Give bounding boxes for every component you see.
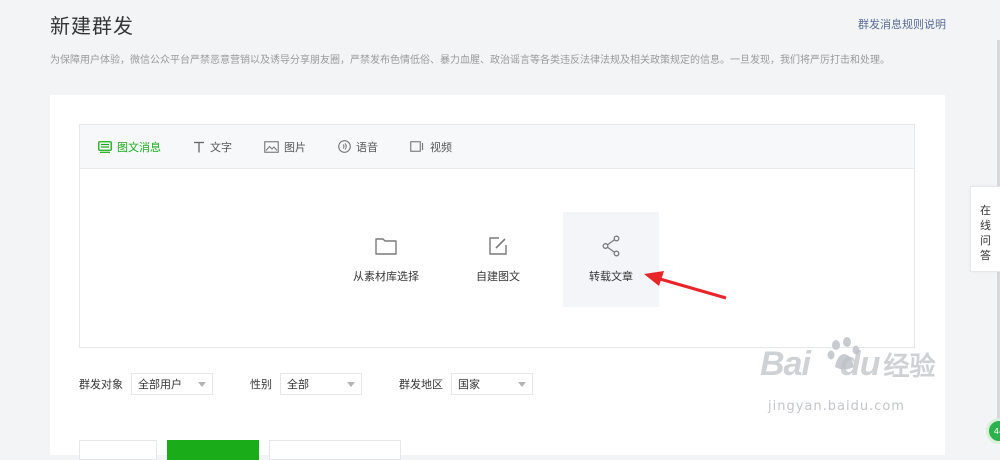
tab-label: 图文消息 [117, 140, 161, 154]
edit-icon [489, 237, 507, 255]
send-button[interactable] [167, 440, 259, 460]
notice-text: 为保障用户体验，微信公众平台严禁恶意营销以及诱导分享朋友圈，严禁发布色情低俗、暴… [50, 55, 890, 66]
text-icon [194, 141, 204, 152]
option-label: 转载文章 [589, 270, 633, 283]
tab-label: 视频 [430, 140, 452, 154]
chevron-down-icon [198, 381, 206, 387]
message-type-tabs: 图文消息 文字 图片 语音 视频 [80, 125, 914, 169]
tab-text[interactable]: 文字 [193, 139, 232, 155]
watermark-product: 经验 [883, 351, 936, 381]
tab-image[interactable]: 图片 [264, 139, 306, 155]
qa-char: 线 [980, 219, 991, 232]
badge-text: 44 [993, 426, 1000, 436]
gender-label: 性别 [250, 378, 272, 391]
qa-char: 在 [980, 204, 991, 217]
news-icon [98, 140, 112, 153]
tab-voice[interactable]: 语音 [338, 139, 378, 155]
create-news-option[interactable]: 自建图文 [450, 212, 546, 307]
folder-icon [375, 238, 397, 255]
tab-video[interactable]: 视频 [410, 139, 452, 155]
create-options-area: 从素材库选择 自建图文 转载文章 [80, 169, 914, 348]
region-label: 群发地区 [399, 378, 443, 391]
option-label: 自建图文 [476, 270, 520, 283]
baidu-watermark: Bai du 经验 [760, 345, 935, 384]
online-qa-tab[interactable]: 在 线 问 答 [970, 186, 1000, 272]
floating-badge[interactable]: 44 [986, 418, 1000, 444]
voice-icon [338, 140, 351, 153]
action-button[interactable] [269, 440, 401, 460]
option-label: 从素材库选择 [353, 270, 419, 283]
watermark-brand2: du [839, 345, 881, 383]
repost-article-option[interactable]: 转载文章 [563, 212, 659, 307]
chevron-down-icon [518, 381, 526, 387]
qa-char: 答 [980, 249, 991, 262]
gender-select[interactable]: 全部 [280, 373, 362, 395]
page-title: 新建群发 [50, 14, 134, 38]
video-icon [410, 141, 424, 152]
send-filters: 群发对象 全部用户 性别 全部 群发地区 国家 [79, 373, 533, 395]
chevron-down-icon [347, 381, 355, 387]
tab-label: 图片 [284, 140, 306, 154]
message-editor: 图文消息 文字 图片 语音 视频 从素材库选择 自建图文 转载文章 [79, 124, 915, 348]
rules-link[interactable]: 群发消息规则说明 [858, 16, 946, 32]
tab-label: 语音 [356, 140, 378, 154]
select-from-library-option[interactable]: 从素材库选择 [338, 212, 434, 307]
tab-label: 文字 [210, 140, 232, 154]
action-button[interactable] [79, 440, 157, 460]
gender-value: 全部 [287, 378, 309, 391]
target-select[interactable]: 全部用户 [131, 373, 213, 395]
image-icon [264, 140, 279, 153]
target-label: 群发对象 [79, 378, 123, 391]
qa-char: 问 [980, 234, 991, 247]
share-icon [602, 235, 620, 257]
tab-news[interactable]: 图文消息 [98, 139, 161, 155]
watermark-url: jingyan.baidu.com [768, 399, 905, 414]
region-value: 国家 [458, 378, 480, 391]
watermark-brand: Bai [760, 345, 811, 383]
target-value: 全部用户 [138, 378, 182, 391]
region-select[interactable]: 国家 [451, 373, 533, 395]
